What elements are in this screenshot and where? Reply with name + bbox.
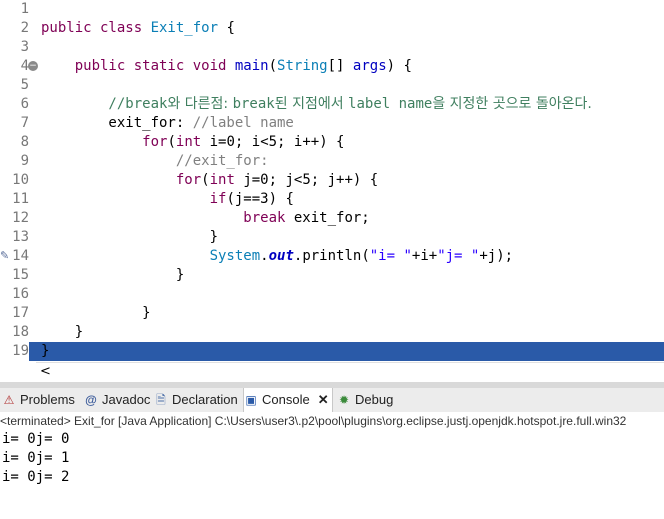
- code-text: if(j==3) {: [209, 191, 294, 207]
- line-number: 4: [20, 58, 29, 74]
- console-status-line: <terminated> Exit_for [Java Application]…: [0, 412, 664, 430]
- code-text: }: [41, 343, 50, 359]
- code-line[interactable]: 15 }: [0, 266, 664, 285]
- code-line[interactable]: 12 break exit_for;: [0, 209, 664, 228]
- line-number: 10: [12, 172, 29, 188]
- code-line[interactable]: 14 System.out.println("i= "+i+"j= "+j);: [0, 247, 664, 266]
- tab-debug[interactable]: ✹ Debug: [337, 388, 407, 412]
- console-output[interactable]: i= 0j= 0 i= 0j= 1 i= 0j= 2: [0, 430, 664, 519]
- code-text: for(int j=0; j<5; j++) {: [175, 172, 379, 188]
- line-number: 11: [12, 191, 29, 207]
- views-tab-bar: ⚠ Problems @ Javadoc 🗎 Declaration ▣ Con…: [0, 388, 664, 412]
- code-line[interactable]: 16: [0, 285, 664, 304]
- horizontal-scrollbar[interactable]: <: [36, 362, 664, 383]
- code-text: //exit_for:: [41, 153, 269, 169]
- line-number: 17: [12, 305, 29, 321]
- code-text: for(int i=0; i<5; i++) {: [142, 134, 345, 150]
- annotation-marker-icon[interactable]: ✎: [0, 249, 9, 262]
- code-line[interactable]: 1: [0, 0, 664, 19]
- line-number: 19: [0, 342, 29, 361]
- code-text: }: [41, 229, 219, 245]
- code-line[interactable]: 10 for(int j=0; j<5; j++) {: [0, 171, 664, 190]
- code-text: break exit_for;: [243, 210, 370, 226]
- tab-label: Problems: [20, 392, 75, 407]
- code-text: public class Exit_for {: [41, 20, 235, 36]
- code-line[interactable]: 9 //exit_for:: [0, 152, 664, 171]
- code-line[interactable]: 6 //break와 다른점: break된 지점에서 label name을 …: [0, 95, 664, 114]
- debug-icon: ✹: [338, 393, 350, 407]
- fold-toggle-icon[interactable]: −: [28, 61, 38, 71]
- line-number: 18: [12, 324, 29, 340]
- code-line[interactable]: 11 if(j==3) {: [0, 190, 664, 209]
- console-line: i= 0j= 1: [2, 450, 70, 466]
- line-number: 1: [20, 1, 29, 17]
- tab-console[interactable]: ▣ Console ✕: [243, 388, 333, 412]
- console-line: i= 0j= 0: [2, 431, 70, 447]
- line-number: 6: [20, 96, 29, 112]
- line-number: 7: [20, 115, 29, 131]
- close-icon[interactable]: ✕: [318, 388, 329, 412]
- code-line[interactable]: 18 }: [0, 323, 664, 342]
- code-text: public static void main(String[] args) {: [41, 58, 412, 74]
- line-number: 2: [20, 20, 29, 36]
- tab-problems[interactable]: ⚠ Problems: [2, 388, 80, 412]
- tab-javadoc[interactable]: @ Javadoc: [84, 388, 154, 412]
- code-line[interactable]: 8 for(int i=0; i<5; i++) {: [0, 133, 664, 152]
- line-number: 3: [20, 39, 29, 55]
- code-text: //break와 다른점: break된 지점에서 label name을 지정…: [41, 96, 592, 112]
- code-text: System.out.println("i= "+i+"j= "+j);: [209, 248, 514, 264]
- tab-label: Javadoc: [102, 392, 151, 407]
- console-line: i= 0j= 2: [2, 469, 70, 485]
- line-number: 13: [12, 229, 29, 245]
- code-line[interactable]: 7 exit_for: //label name: [0, 114, 664, 133]
- tab-label: Declaration: [172, 392, 238, 407]
- code-editor[interactable]: 1 2 public class Exit_for {3 4 public stati…: [0, 0, 664, 362]
- code-line[interactable]: 13 }: [0, 228, 664, 247]
- tab-label: Debug: [355, 392, 394, 407]
- code-text: }: [41, 305, 151, 321]
- line-number: 15: [12, 267, 29, 283]
- line-number: 5: [20, 77, 29, 93]
- console-icon: ▣: [245, 393, 257, 407]
- line-number: 8: [20, 134, 29, 150]
- code-line[interactable]: 4 public static void main(String[] args)…: [0, 57, 664, 76]
- code-text: exit_for: //label name: [41, 115, 294, 131]
- line-number: 16: [12, 286, 29, 302]
- tab-declaration[interactable]: 🗎 Declaration: [154, 388, 242, 412]
- javadoc-icon: @: [85, 393, 97, 407]
- line-number: 12: [12, 210, 29, 226]
- code-text: }: [41, 324, 84, 340]
- tab-label: Console: [262, 392, 310, 407]
- scroll-left-arrow-icon[interactable]: <: [40, 364, 51, 379]
- code-line[interactable]: 17 }: [0, 304, 664, 323]
- code-line[interactable]: 19}: [0, 342, 664, 361]
- code-text: }: [41, 267, 185, 283]
- code-line[interactable]: 2 public class Exit_for {: [0, 19, 664, 38]
- line-number: 9: [20, 153, 29, 169]
- declaration-icon: 🗎: [156, 393, 166, 407]
- code-line[interactable]: 3: [0, 38, 664, 57]
- code-line[interactable]: 5: [0, 76, 664, 95]
- problems-icon: ⚠: [3, 393, 15, 407]
